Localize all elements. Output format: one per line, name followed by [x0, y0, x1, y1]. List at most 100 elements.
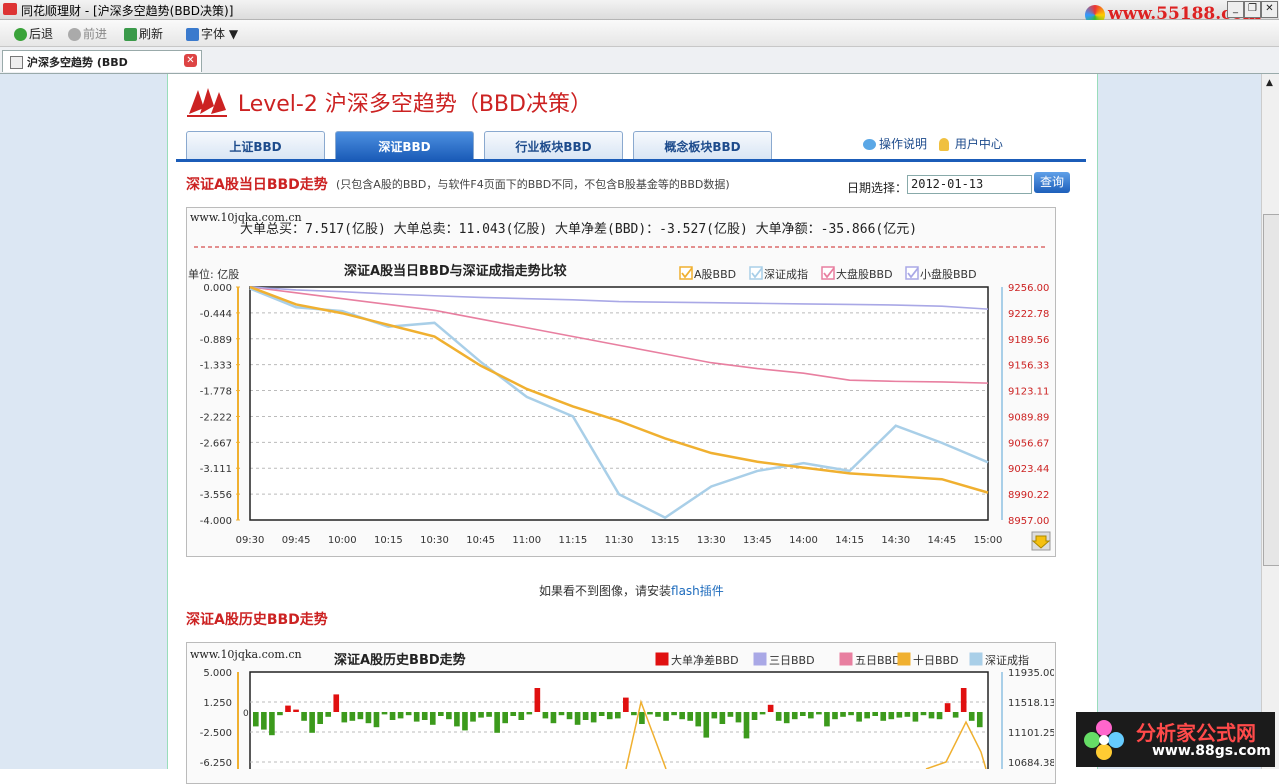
bbd-bar	[711, 712, 718, 719]
scroll-up-icon[interactable]: ▲	[1266, 78, 1273, 88]
bbd-bar	[976, 712, 983, 728]
restore-button[interactable]: ❐	[1244, 1, 1261, 18]
tab-industry-bbd[interactable]: 行业板块BBD	[484, 131, 623, 160]
flower-logo-icon	[1084, 720, 1124, 760]
bbd-bar	[518, 712, 525, 720]
bbd-bar	[269, 712, 275, 736]
bbd-bar	[968, 712, 975, 721]
y-axis-unit: 单位: 亿股	[188, 267, 239, 281]
app-icon	[3, 3, 17, 15]
brand-header: Level-2 沪深多空趋势（BBD决策）	[186, 86, 592, 118]
x-tick: 10:45	[466, 535, 495, 546]
bbd-bar	[663, 712, 669, 721]
legend-label: 大盘股BBD	[836, 267, 893, 281]
legend-swatch	[655, 652, 669, 666]
bbd-bar	[920, 712, 927, 716]
x-tick: 13:45	[743, 535, 772, 546]
user-center-link[interactable]: 用户中心	[955, 137, 1003, 151]
refresh-button[interactable]: 刷新	[124, 25, 163, 42]
flash-note: 如果看不到图像，请安装flash插件	[539, 582, 724, 599]
y-tick-right: 9256.00	[1008, 283, 1049, 294]
date-label: 日期选择：	[847, 181, 908, 195]
vertical-scrollbar[interactable]: ▲	[1261, 74, 1279, 769]
x-tick: 11:00	[512, 535, 541, 546]
bbd-bar	[590, 712, 597, 723]
close-tab-icon[interactable]: ✕	[184, 54, 197, 67]
legend-label: 十日BBD	[913, 653, 959, 667]
forward-button[interactable]: 前进	[68, 25, 107, 42]
section-note: (只包含A股的BBD，与软件F4页面下的BBD不同，不包含B股基金等的BBD数据…	[336, 178, 730, 191]
minimize-button[interactable]: _	[1227, 1, 1244, 18]
bbd-bar	[397, 712, 404, 719]
legend-label: 三日BBD	[769, 654, 815, 667]
bbd-bar	[574, 712, 581, 725]
bbd-bar	[727, 712, 734, 717]
y-tick-right: 9123.11	[1008, 387, 1049, 398]
bbd-bar	[558, 712, 565, 716]
bbd-bar	[446, 712, 452, 720]
bbd-bar	[880, 712, 887, 721]
window-titlebar: 同花顺理财 - [沪深多空趋势(BBD决策)] www.55188.com _ …	[0, 0, 1279, 25]
bbd-bar	[365, 712, 372, 724]
bbd-bar	[317, 712, 323, 724]
bbd-bar	[373, 712, 380, 728]
tab-shanghai-bbd[interactable]: 上证BBD	[186, 131, 325, 160]
legend-swatch	[905, 266, 919, 280]
bbd-bar	[856, 712, 862, 722]
back-arrow-icon	[14, 28, 27, 41]
tab-concept-bbd[interactable]: 概念板块BBD	[633, 131, 772, 160]
x-tick: 14:30	[881, 535, 910, 546]
legend-swatch	[897, 652, 911, 666]
bbd-bar	[808, 712, 814, 719]
bbd-bar	[261, 712, 267, 730]
x-tick: 13:15	[651, 535, 680, 546]
legend-label: 小盘股BBD	[920, 267, 977, 281]
scrollbar-thumb[interactable]	[1263, 214, 1279, 566]
help-bubble-icon	[863, 139, 876, 150]
y-tick-left: -2.222	[200, 412, 232, 423]
bbd-bar	[534, 688, 541, 712]
chart-title: 深证A股历史BBD走势	[334, 652, 466, 668]
bbd-bar	[928, 712, 935, 719]
bbd-bar	[429, 712, 436, 725]
x-tick: 09:30	[236, 535, 265, 546]
x-tick: 10:15	[374, 535, 403, 546]
left-margin	[0, 74, 168, 769]
bbd-bar	[381, 712, 388, 715]
flash-plugin-link[interactable]: flash插件	[671, 584, 724, 598]
bbd-bar	[936, 712, 943, 720]
date-input[interactable]: 2012-01-13	[907, 175, 1032, 194]
bbd-bar	[799, 712, 806, 716]
back-button[interactable]: 后退	[14, 25, 53, 42]
close-window-button[interactable]: ✕	[1261, 1, 1278, 18]
bbd-bar	[647, 712, 653, 715]
y-tick-right: 9222.78	[1008, 309, 1049, 320]
font-icon	[186, 28, 199, 41]
x-tick: 11:15	[558, 535, 587, 546]
tab-bbd[interactable]: 沪深多空趋势 (BBD ✕	[2, 50, 202, 72]
bbd-bar	[864, 712, 870, 719]
bbd-bar	[655, 712, 661, 717]
bbd-bar	[421, 712, 428, 720]
y-tick-right: 9089.89	[1008, 412, 1049, 423]
plot-area	[249, 671, 989, 769]
bbd-bar	[598, 712, 605, 716]
section-title-history: 深证A股历史BBD走势	[186, 612, 328, 628]
help-links: 操作说明 用户中心	[863, 135, 1003, 152]
font-button[interactable]: 字体 ▼	[186, 25, 238, 42]
legend-label: 五日BBD	[855, 654, 901, 667]
zero-label: 0	[243, 709, 249, 719]
chevron-down-icon[interactable]: ▼	[229, 27, 238, 41]
x-tick: 14:00	[789, 535, 818, 546]
history-bbd-chart: 深证A股历史BBD走势 大单净差BBD 三日BBD 五日BBD 十日BBD 深证成指 5.0…	[200, 652, 1054, 769]
bbd-bar	[277, 712, 283, 716]
bbd-bar	[389, 712, 396, 720]
tab-shenzhen-bbd[interactable]: 深证BBD	[335, 131, 474, 160]
bbd-bar	[454, 712, 460, 727]
page-icon	[10, 56, 23, 69]
query-button[interactable]: 查询	[1034, 172, 1070, 193]
help-link[interactable]: 操作说明	[879, 137, 927, 151]
y-tick-left: -2.667	[200, 438, 232, 449]
level2-logo-icon	[187, 88, 227, 117]
bbd-bar	[840, 712, 846, 717]
